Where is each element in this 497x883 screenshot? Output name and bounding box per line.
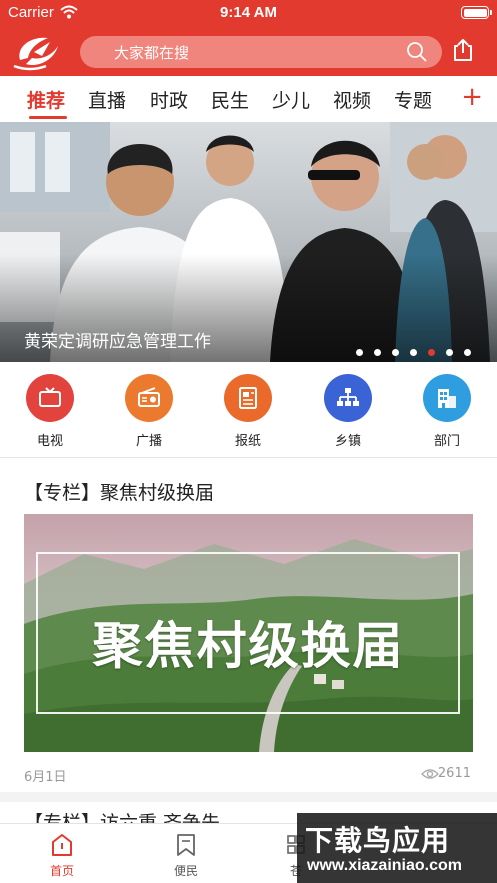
add-tab-button[interactable]: + (461, 84, 483, 110)
bookmark-icon (177, 834, 195, 856)
quick-link-radio[interactable]: 广播 (109, 374, 189, 449)
status-time: 9:14 AM (220, 4, 277, 21)
app-logo-icon[interactable] (12, 30, 62, 72)
carousel-dot[interactable] (392, 349, 399, 356)
quick-link-towns[interactable]: 乡镇 (308, 374, 388, 449)
quick-link-newspaper[interactable]: 报纸 (208, 374, 288, 449)
quick-link-departments[interactable]: 部门 (407, 374, 487, 449)
carousel-dot[interactable] (428, 349, 435, 356)
article-title[interactable]: 【专栏】聚焦村级换届 (24, 478, 214, 505)
banner-photo (0, 122, 497, 362)
org-chart-icon (324, 374, 372, 422)
watermark: 下载鸟应用 www.xiazainiao.com (297, 813, 497, 883)
bottom-tab-services[interactable]: 便民 (146, 832, 226, 879)
search-placeholder: 大家都在搜 (114, 44, 190, 62)
search-icon[interactable] (406, 41, 428, 63)
article-view-count: 2611 (437, 766, 471, 781)
tv-icon (26, 374, 74, 422)
newspaper-icon (224, 374, 272, 422)
tab-livelihood[interactable]: 民生 (211, 86, 249, 113)
active-tab-indicator (29, 116, 67, 119)
category-tabs: 推荐 直播 时政 民生 少儿 视频 专题 + (0, 76, 497, 122)
carousel-dot[interactable] (464, 349, 471, 356)
home-icon (52, 834, 72, 856)
section-divider (0, 792, 497, 802)
banner-carousel[interactable]: 黄荣定调研应急管理工作 (0, 122, 497, 362)
share-icon[interactable] (452, 38, 474, 62)
tab-politics[interactable]: 时政 (150, 86, 188, 113)
carousel-dot[interactable] (356, 349, 363, 356)
watermark-url: www.xiazainiao.com (307, 857, 463, 874)
banner-caption: 黄荣定调研应急管理工作 (24, 332, 211, 352)
quick-link-tv[interactable]: 电视 (10, 374, 90, 449)
tab-live[interactable]: 直播 (88, 86, 126, 113)
top-header: Carrier 9:14 AM 大家都在搜 (0, 0, 497, 76)
bottom-tab-label: 首页 (49, 864, 74, 878)
tab-special[interactable]: 专题 (394, 86, 432, 113)
radio-icon (125, 374, 173, 422)
tab-children[interactable]: 少儿 (272, 86, 310, 113)
article-image[interactable]: 聚焦村级换届 (24, 514, 473, 752)
tab-video[interactable]: 视频 (333, 86, 371, 113)
image-overlay-title: 聚焦村级换届 (92, 617, 405, 675)
quick-link-label: 部门 (433, 434, 460, 449)
carousel-dot[interactable] (374, 349, 381, 356)
article-date: 6月1日 (24, 770, 67, 785)
battery-icon (461, 6, 492, 19)
eye-icon (421, 769, 439, 779)
carousel-dot[interactable] (410, 349, 417, 356)
quick-link-label: 电视 (36, 434, 63, 449)
quick-link-label: 广播 (135, 434, 162, 449)
tab-recommend[interactable]: 推荐 (27, 86, 65, 113)
status-bar: Carrier 9:14 AM (0, 0, 497, 26)
quick-link-label: 乡镇 (334, 434, 361, 449)
quick-link-label: 报纸 (234, 434, 261, 449)
carousel-dot[interactable] (446, 349, 453, 356)
search-bar[interactable]: 大家都在搜 (80, 36, 442, 68)
quick-links: 电视 广播 报纸 乡镇 部门 (0, 362, 497, 458)
bottom-tab-label: 便民 (173, 864, 198, 878)
carousel-pagination (356, 349, 471, 356)
watermark-title: 下载鸟应用 (305, 824, 451, 857)
building-icon (423, 374, 471, 422)
bottom-tab-home[interactable]: 首页 (22, 832, 102, 879)
app-root: Carrier 9:14 AM 大家都在搜 推荐 直播 时政 民生 少儿 视频 … (0, 0, 497, 883)
